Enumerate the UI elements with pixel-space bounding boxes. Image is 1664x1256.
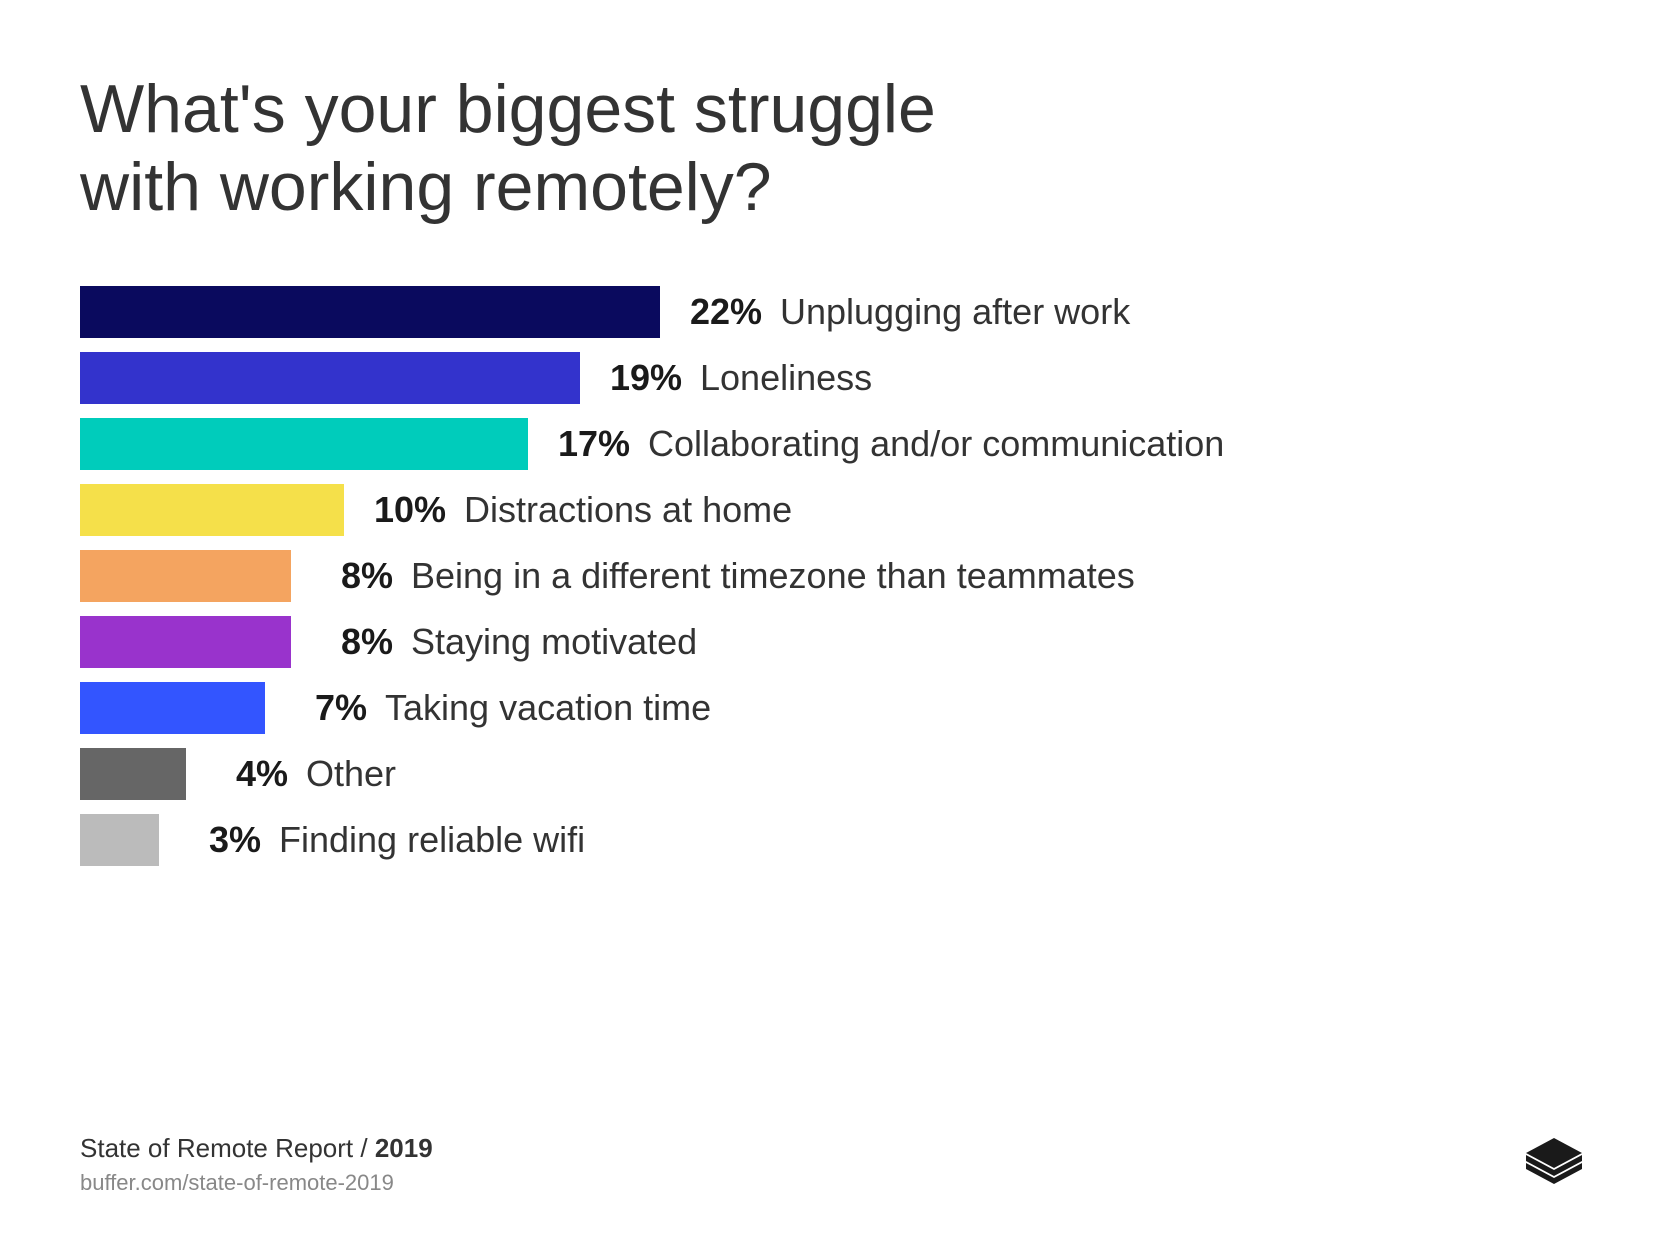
bar-4 xyxy=(80,550,291,602)
bar-label-3: Distractions at home xyxy=(464,489,792,531)
page-title: What's your biggest struggle with workin… xyxy=(80,70,980,226)
bar-7 xyxy=(80,748,186,800)
pct-label-8: 3% xyxy=(181,819,261,861)
bar-label-5: Staying motivated xyxy=(411,621,697,663)
pct-label-2: 17% xyxy=(550,423,630,465)
bar-row: 7% Taking vacation time xyxy=(80,682,1584,734)
pct-label-1: 19% xyxy=(602,357,682,399)
bar-row: 22% Unplugging after work xyxy=(80,286,1584,338)
bar-row: 10% Distractions at home xyxy=(80,484,1584,536)
bar-2 xyxy=(80,418,528,470)
pct-label-3: 10% xyxy=(366,489,446,531)
pct-label-6: 7% xyxy=(287,687,367,729)
pct-label-4: 8% xyxy=(313,555,393,597)
chart-area: 22% Unplugging after work 19% Loneliness 17%… xyxy=(80,286,1584,1073)
bar-label-2: Collaborating and/or communication xyxy=(648,423,1224,465)
bar-row: 19% Loneliness xyxy=(80,352,1584,404)
bar-row: 17% Collaborating and/or communication xyxy=(80,418,1584,470)
bar-row: 8% Staying motivated xyxy=(80,616,1584,668)
pct-label-7: 4% xyxy=(208,753,288,795)
bar-0 xyxy=(80,286,660,338)
bar-label-0: Unplugging after work xyxy=(780,291,1130,333)
bar-label-8: Finding reliable wifi xyxy=(279,819,585,861)
pct-label-0: 22% xyxy=(682,291,762,333)
bar-row: 8% Being in a different timezone than tea… xyxy=(80,550,1584,602)
bar-3 xyxy=(80,484,344,536)
bar-label-4: Being in a different timezone than teamm… xyxy=(411,555,1135,597)
bar-row: 3% Finding reliable wifi xyxy=(80,814,1584,866)
bar-row: 4% Other xyxy=(80,748,1584,800)
pct-label-5: 8% xyxy=(313,621,393,663)
bar-5 xyxy=(80,616,291,668)
bar-label-1: Loneliness xyxy=(700,357,872,399)
bar-label-7: Other xyxy=(306,753,396,795)
footer: State of Remote Report / 2019 buffer.com… xyxy=(80,1113,1584,1196)
page-container: What's your biggest struggle with workin… xyxy=(0,0,1664,1256)
bar-label-6: Taking vacation time xyxy=(385,687,711,729)
bar-8 xyxy=(80,814,159,866)
bar-1 xyxy=(80,352,580,404)
bar-6 xyxy=(80,682,265,734)
footer-report: State of Remote Report / 2019 xyxy=(80,1133,1584,1164)
footer-url: buffer.com/state-of-remote-2019 xyxy=(80,1170,1584,1196)
buffer-logo xyxy=(1524,1136,1584,1196)
